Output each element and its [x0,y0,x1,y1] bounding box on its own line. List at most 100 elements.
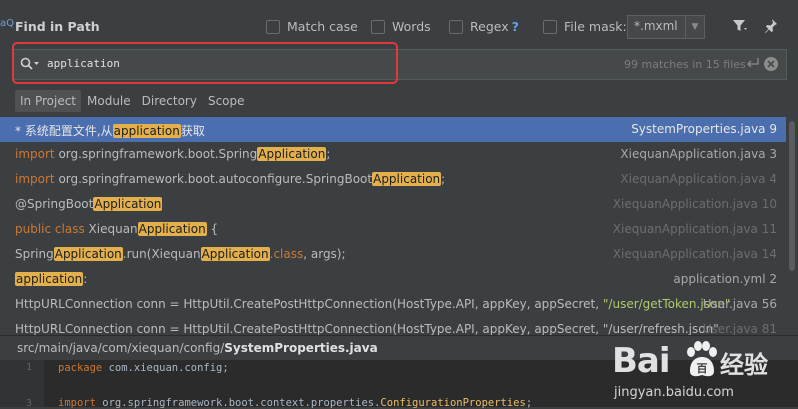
checkbox-box[interactable] [449,19,463,34]
code-keyword: package [58,362,103,374]
code-fragment: import [15,147,59,161]
result-code: public class XiequanApplication { [15,222,218,236]
chevron-down-icon[interactable]: ▼ [685,16,704,38]
line-gutter [0,360,44,407]
result-code: application: [15,272,87,286]
match-case-checkbox[interactable]: Match case [266,19,358,34]
result-row[interactable]: public class XiequanApplication {Xiequan… [0,217,786,242]
code-fragment: { [206,222,219,236]
pin-icon[interactable] [764,18,778,37]
baidu-jingyan-watermark: Bai 百 经验 jingyan.baidu.com [612,333,792,407]
result-row[interactable]: import org.springframework.boot.autoconf… [0,167,786,192]
code-fragment: @SpringBoot [15,197,94,211]
match-highlight: application [112,124,181,138]
result-code: SpringApplication.run(XiequanApplication… [15,247,346,261]
code-fragment: public class [15,222,89,236]
match-highlight: Application [53,247,123,261]
preview-file-path: src/main/java/com/xiequan/config/SystemP… [17,341,378,355]
code-fragment: , args); [303,247,346,261]
newline-icon[interactable] [746,57,760,72]
path-file: SystemProperties.java [224,341,378,355]
result-row[interactable]: @SpringBootApplication XiequanApplication… [0,192,786,217]
result-code: * 系统配置文件,从application获取 [15,122,205,139]
find-in-path-dialog: aQ Find in Path Match case Words Regex ?… [0,0,798,409]
code-fragment: org.springframework.boot.autoconfigure.S… [58,172,373,186]
result-row[interactable]: * 系统配置文件,从application获取 SystemProperties.… [0,117,786,142]
checkbox-box[interactable] [371,19,385,34]
result-row[interactable]: HttpURLConnection conn = HttpUtil.Create… [0,292,786,317]
watermark-url: jingyan.baidu.com [614,385,734,400]
search-highlight-annotation [12,42,398,84]
code-fragment: HttpURLConnection conn = HttpUtil.Create… [15,297,603,311]
file-mask-label: File mask: [564,19,627,34]
match-highlight: Application [372,172,442,186]
code-fragment: Spring [15,247,54,261]
match-highlight: Application [257,147,327,161]
code-fragment: import [15,172,59,186]
file-mask-value: *.mxml [634,19,678,33]
result-file: XiequanApplication.java 4 [620,172,777,186]
code-line: import org.springframework.boot.context.… [58,397,532,409]
tab-scope[interactable]: Scope [203,90,250,112]
words-label: Words [392,19,431,34]
line-number: 3 [26,398,33,409]
code-keyword: import [58,397,96,409]
code-text: ; [525,397,533,409]
result-file: XiequanApplication.java 3 [620,147,777,161]
code-fragment: 获取 [180,124,205,138]
line-number: 1 [26,362,33,373]
match-highlight: Application [200,247,270,261]
code-fragment: Xiequan [88,222,138,236]
clear-search-icon[interactable] [763,56,779,75]
result-row[interactable]: import org.springframework.boot.SpringAp… [0,142,786,167]
tab-directory[interactable]: Directory [137,90,202,112]
result-file: XiequanApplication.java 11 [612,222,777,236]
watermark-logo: Bai [612,341,671,381]
code-line: package com.xiequan.config; [58,362,229,374]
dialog-titlebar: Find in Path Match case Words Regex ? Fi… [0,0,798,44]
results-scrollbar[interactable] [786,117,798,335]
result-file: application.yml 2 [673,272,777,286]
paw-logo-icon: 百 [684,341,718,382]
checkbox-box[interactable] [543,19,557,34]
tab-module[interactable]: Module [82,90,136,112]
match-highlight: application [15,272,84,286]
result-file: SystemProperties.java 9 [631,122,777,136]
result-code: import org.springframework.boot.SpringAp… [15,147,330,161]
code-fragment: : [83,272,88,286]
match-case-label: Match case [287,19,358,34]
code-fragment: ; [326,147,331,161]
result-row[interactable]: SpringApplication.run(XiequanApplication… [0,242,786,267]
words-checkbox[interactable]: Words [371,19,431,34]
result-code: import org.springframework.boot.autoconf… [15,172,445,186]
regex-help-icon[interactable]: ? [512,19,519,34]
code-fragment: org.springframework.boot.Spring [58,147,258,161]
result-row[interactable]: application: application.yml 2 [0,267,786,292]
tab-in-project[interactable]: In Project [15,90,82,112]
watermark-cn: 经验 [720,351,768,379]
watermark-paw-char: 百 [697,362,708,375]
result-file: XiequanApplication.java 10 [612,197,777,211]
code-class: ConfigurationProperties [380,397,526,409]
file-mask-combobox[interactable]: *.mxml ▼ [627,15,705,39]
code-fragment: .class [269,247,304,261]
match-count: 99 matches in 15 files [624,58,746,71]
dialog-title: Find in Path [15,19,100,34]
result-file: User.java 56 [702,297,777,311]
file-mask-checkbox[interactable]: File mask: [543,19,627,34]
results-list: * 系统配置文件,从application获取 SystemProperties.… [0,117,786,335]
code-fragment: .run(Xiequan [122,247,201,261]
scrollbar-thumb[interactable] [789,121,795,271]
code-text: org.springframework.boot.context.propert… [95,397,381,409]
match-highlight: Application [93,197,163,211]
result-code: HttpURLConnection conn = HttpUtil.Create… [15,297,730,311]
watermark-logo-text: Bai [612,341,671,381]
checkbox-box[interactable] [266,19,280,34]
regex-label: Regex [470,19,509,34]
filter-funnel-icon[interactable] [732,19,748,36]
match-highlight: Application [137,222,207,236]
code-text: com.xiequan.config; [102,362,229,374]
code-fragment: * 系统配置文件,从 [15,124,113,138]
path-dir: src/main/java/com/xiequan/config/ [17,341,225,355]
regex-checkbox[interactable]: Regex ? [449,19,519,34]
